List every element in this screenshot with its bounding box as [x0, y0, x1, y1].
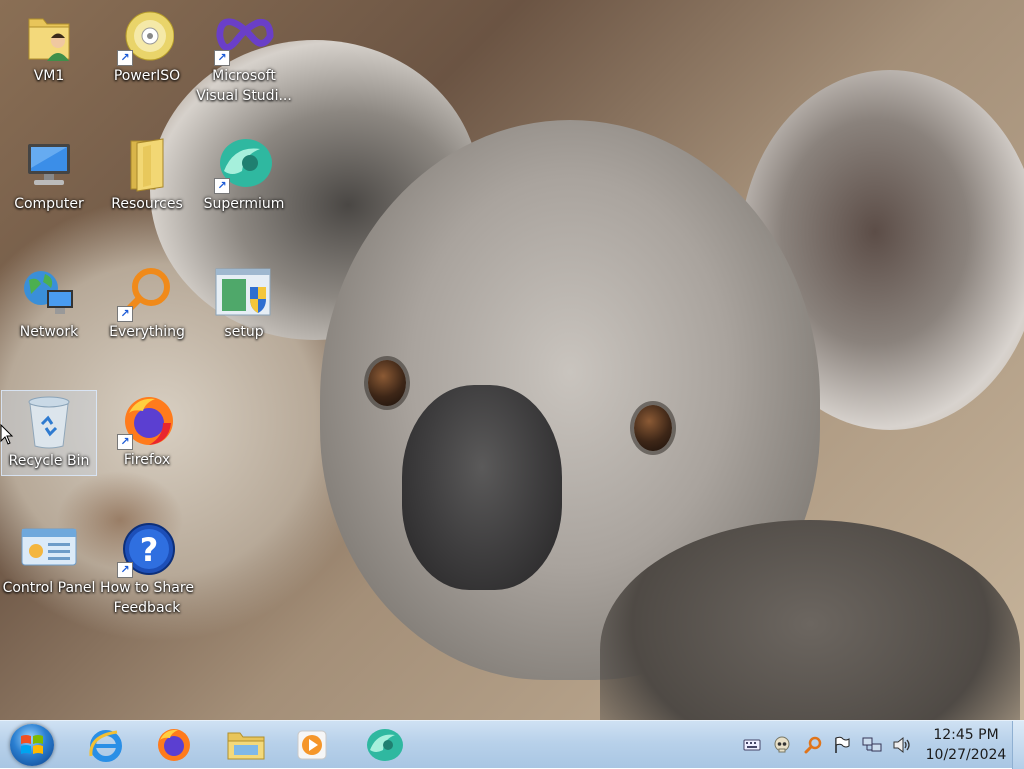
shortcut-arrow-icon: ↗	[117, 50, 133, 66]
desktop-icon-label: Network	[19, 324, 79, 340]
control-panel-icon	[19, 520, 79, 578]
tray-network-button[interactable]	[862, 735, 882, 755]
svg-text:?: ?	[140, 531, 159, 569]
clock-date: 10/27/2024	[925, 747, 1007, 763]
disc-icon: ↗	[117, 8, 177, 66]
flag-icon	[835, 736, 850, 753]
desktop-icon-poweriso[interactable]: ↗ PowerISO	[99, 6, 195, 92]
desktop-icon-label: Supermium	[203, 196, 285, 212]
tray-everything-button[interactable]	[803, 735, 823, 755]
visual-studio-icon: ↗	[214, 8, 274, 66]
desktop-icon-label: Resources	[111, 196, 183, 212]
desktop-icon-resources[interactable]: Resources	[99, 134, 195, 220]
network-tray-icon	[862, 737, 882, 752]
skull-icon	[774, 736, 790, 753]
show-desktop-button[interactable]	[1012, 721, 1024, 769]
desktop-icon-visual-studio[interactable]: ↗ Microsoft Visual Studi...	[196, 6, 292, 112]
windows-logo-icon	[21, 735, 43, 754]
desktop-icon-network[interactable]: Network	[1, 262, 97, 348]
media-player-icon	[297, 730, 327, 760]
recycle-bin-icon	[19, 393, 79, 451]
user-folder-icon	[19, 8, 79, 66]
desktop-icon-setup[interactable]: setup	[196, 262, 292, 348]
tray-app-button[interactable]	[772, 735, 792, 755]
folder-icon	[117, 136, 177, 194]
desktop-icon-label: VM1	[33, 68, 65, 84]
taskbar-internet-explorer-button[interactable]	[80, 723, 132, 767]
supermium-icon	[367, 729, 403, 761]
search-magnifier-icon: ↗	[117, 264, 177, 322]
tray-action-center-button[interactable]	[832, 735, 852, 755]
tray-keyboard-button[interactable]	[742, 735, 762, 755]
taskbar: 12:45 PM 10/27/2024	[0, 720, 1024, 769]
shortcut-arrow-icon: ↗	[117, 434, 133, 450]
desktop-icon-label: Feedback	[113, 600, 181, 616]
supermium-icon: ↗	[214, 136, 274, 194]
desktop-icon-label: Firefox	[123, 452, 171, 468]
desktop-icon-supermium[interactable]: ↗ Supermium	[196, 134, 292, 220]
shortcut-arrow-icon: ↗	[117, 562, 133, 578]
desktop-icon-control-panel[interactable]: Control Panel	[1, 518, 97, 604]
taskbar-supermium-button[interactable]	[358, 723, 410, 767]
desktop-wallpaper[interactable]: VM1 Computer Network Recycle Bin Control…	[0, 0, 1024, 720]
shortcut-arrow-icon: ↗	[214, 178, 230, 194]
internet-explorer-icon	[89, 730, 122, 762]
speaker-icon	[893, 736, 910, 754]
desktop-icon-label: Microsoft	[212, 68, 276, 84]
start-button[interactable]	[10, 724, 54, 766]
clock-time: 12:45 PM	[933, 727, 999, 743]
desktop-icon-label: Everything	[109, 324, 185, 340]
setup-installer-icon	[214, 264, 274, 322]
desktop-icon-everything[interactable]: ↗ Everything	[99, 262, 195, 348]
firefox-icon: ↗	[117, 392, 177, 450]
desktop-icon-label: Visual Studi...	[196, 88, 292, 104]
search-magnifier-icon	[804, 736, 822, 754]
taskbar-media-player-button[interactable]	[286, 723, 338, 767]
desktop-icon-recycle-bin[interactable]: Recycle Bin	[1, 390, 97, 476]
wallpaper-koala-eye	[368, 360, 406, 406]
keyboard-icon	[743, 739, 761, 751]
shortcut-arrow-icon: ↗	[117, 306, 133, 322]
shortcut-arrow-icon: ↗	[214, 50, 230, 66]
desktop-icon-label: PowerISO	[113, 68, 181, 84]
desktop-icon-vm1[interactable]: VM1	[1, 6, 97, 92]
firefox-icon	[158, 729, 190, 761]
desktop-icon-feedback[interactable]: ? ↗ How to Share Feedback	[99, 518, 195, 624]
wallpaper-koala-eye	[634, 405, 672, 451]
file-explorer-icon	[227, 732, 265, 760]
mouse-cursor-icon	[0, 424, 14, 446]
desktop-icon-label: Control Panel	[2, 580, 96, 596]
help-question-icon: ? ↗	[117, 520, 177, 578]
desktop-icon-firefox[interactable]: ↗ Firefox	[99, 390, 195, 476]
taskbar-firefox-button[interactable]	[148, 723, 200, 767]
taskbar-file-explorer-button[interactable]	[220, 723, 272, 767]
desktop-icon-label: How to Share	[100, 580, 194, 596]
computer-icon	[19, 136, 79, 194]
wallpaper-koala-nose	[402, 385, 562, 590]
desktop-icon-label: Recycle Bin	[8, 453, 90, 469]
desktop-icon-label: Computer	[14, 196, 84, 212]
desktop-icon-computer[interactable]: Computer	[1, 134, 97, 220]
desktop-icon-label: setup	[224, 324, 264, 340]
tray-volume-button[interactable]	[892, 735, 912, 755]
taskbar-clock[interactable]: 12:45 PM 10/27/2024	[922, 725, 1010, 765]
network-icon	[19, 264, 79, 322]
